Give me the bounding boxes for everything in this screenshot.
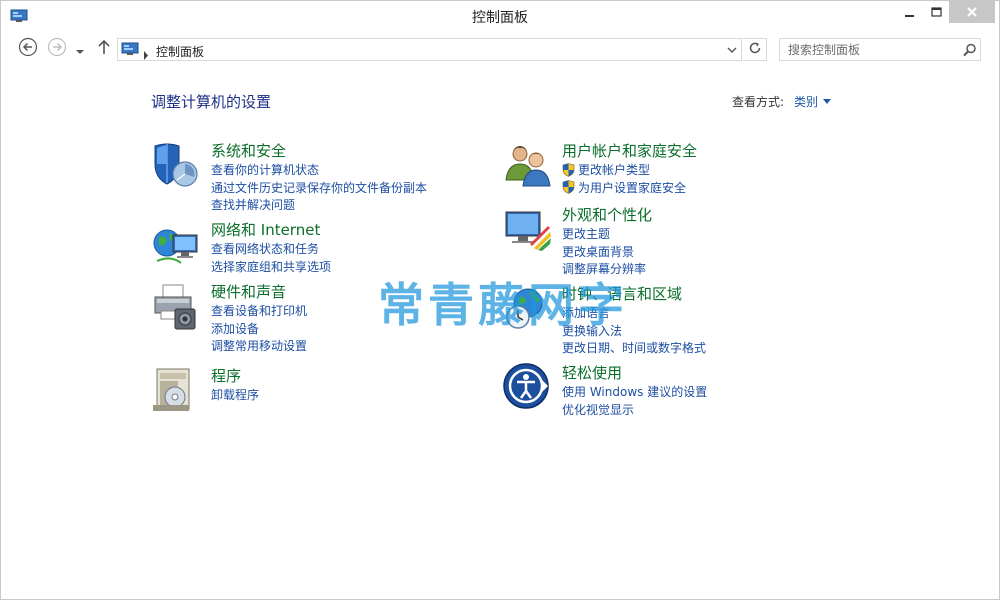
- category-ease-of-access: 轻松使用 使用 Windows 建议的设置 优化视觉显示: [502, 362, 832, 417]
- category-network-internet: 网络和 Internet 查看网络状态和任务 选择家庭组和共享选项: [151, 219, 481, 274]
- address-bar[interactable]: 控制面板: [117, 38, 742, 61]
- refresh-icon: [748, 40, 762, 59]
- category-user-accounts: 用户帐户和家庭安全 更改帐户类型 为用户设置家庭安全: [502, 140, 832, 195]
- category-programs: 程序 卸载程序: [151, 365, 481, 417]
- up-button[interactable]: [93, 38, 115, 60]
- link-change-theme[interactable]: 更改主题: [562, 225, 646, 243]
- view-by-value: 类别: [794, 95, 819, 109]
- category-title[interactable]: 时钟、语言和区域: [562, 283, 682, 304]
- forward-button[interactable]: [46, 37, 68, 61]
- link-change-background[interactable]: 更改桌面背景: [562, 243, 646, 261]
- category-links: 卸载程序: [211, 386, 259, 404]
- up-arrow-icon: [97, 39, 111, 59]
- category-links: 使用 Windows 建议的设置 优化视觉显示: [562, 383, 707, 418]
- view-by: 查看方式: 类别: [732, 93, 832, 110]
- link-devices-printers[interactable]: 查看设备和打印机: [211, 302, 307, 320]
- link-date-time-format[interactable]: 更改日期、时间或数字格式: [562, 339, 706, 357]
- clock-globe-icon[interactable]: [502, 283, 554, 335]
- link-change-input-method[interactable]: 更换输入法: [562, 322, 706, 340]
- refresh-button[interactable]: [743, 38, 767, 61]
- link-add-device[interactable]: 添加设备: [211, 320, 307, 338]
- category-title[interactable]: 用户帐户和家庭安全: [562, 140, 697, 161]
- category-title[interactable]: 网络和 Internet: [211, 219, 320, 240]
- back-button[interactable]: [17, 37, 39, 61]
- link-find-fix-problems[interactable]: 查找并解决问题: [211, 196, 427, 214]
- link-mobility-settings[interactable]: 调整常用移动设置: [211, 337, 307, 355]
- category-system-security: 系统和安全 查看你的计算机状态 通过文件历史记录保存你的文件备份副本 查找并解决…: [151, 140, 481, 212]
- link-view-network-status[interactable]: 查看网络状态和任务: [211, 240, 331, 258]
- uac-shield-icon: [562, 180, 575, 195]
- category-title[interactable]: 程序: [211, 365, 241, 386]
- category-links: 更改帐户类型 为用户设置家庭安全: [562, 161, 686, 196]
- close-button[interactable]: [949, 1, 995, 23]
- address-dropdown-button[interactable]: [724, 42, 740, 58]
- link-view-computer-status[interactable]: 查看你的计算机状态: [211, 161, 427, 179]
- chevron-down-icon: [823, 99, 832, 104]
- view-by-dropdown[interactable]: 类别: [794, 93, 832, 110]
- control-panel-window: 控制面板 控制面板 搜索控制面板 调整计算机的设置 查看方式: 类别 系统和安全…: [0, 0, 1000, 600]
- link-file-history-backup[interactable]: 通过文件历史记录保存你的文件备份副本: [211, 179, 427, 197]
- address-toolbar: 控制面板: [1, 34, 999, 64]
- link-add-language[interactable]: 添加语言: [562, 304, 706, 322]
- shield-icon[interactable]: [151, 140, 203, 192]
- appearance-icon[interactable]: [502, 204, 554, 256]
- globe-network-icon[interactable]: [151, 219, 203, 271]
- uac-shield-icon: [562, 162, 575, 177]
- back-arrow-icon: [18, 37, 38, 61]
- link-text: 为用户设置家庭安全: [578, 180, 687, 195]
- category-title[interactable]: 外观和个性化: [562, 204, 652, 225]
- window-title: 控制面板: [472, 10, 528, 26]
- users-icon[interactable]: [502, 140, 554, 192]
- category-links: 查看你的计算机状态 通过文件历史记录保存你的文件备份副本 查找并解决问题: [211, 161, 427, 214]
- maximize-button[interactable]: [923, 1, 949, 23]
- category-links: 查看设备和打印机 添加设备 调整常用移动设置: [211, 302, 307, 355]
- category-appearance: 外观和个性化 更改主题 更改桌面背景 调整屏幕分辨率: [502, 204, 832, 276]
- search-input[interactable]: [780, 39, 960, 60]
- search-icon[interactable]: [962, 42, 978, 58]
- view-by-label: 查看方式:: [732, 95, 785, 109]
- category-title[interactable]: 硬件和声音: [211, 281, 286, 302]
- breadcrumb-control-panel[interactable]: 控制面板: [156, 43, 204, 60]
- recent-locations-button[interactable]: [72, 38, 88, 60]
- link-recommended-settings[interactable]: 使用 Windows 建议的设置: [562, 383, 707, 401]
- forward-arrow-icon: [47, 37, 67, 61]
- printer-icon[interactable]: [151, 281, 203, 333]
- link-homegroup-sharing[interactable]: 选择家庭组和共享选项: [211, 258, 331, 276]
- page-title: 调整计算机的设置: [151, 93, 272, 111]
- programs-icon[interactable]: [151, 365, 203, 417]
- category-links: 查看网络状态和任务 选择家庭组和共享选项: [211, 240, 331, 275]
- search-box[interactable]: [779, 38, 981, 61]
- chevron-down-icon: [727, 47, 737, 53]
- minimize-icon: [905, 3, 915, 22]
- link-change-account-type[interactable]: 更改帐户类型: [562, 161, 686, 179]
- link-uninstall-program[interactable]: 卸载程序: [211, 386, 259, 404]
- title-bar[interactable]: 控制面板: [1, 1, 999, 32]
- category-title[interactable]: 系统和安全: [211, 140, 286, 161]
- category-links: 更改主题 更改桌面背景 调整屏幕分辨率: [562, 225, 646, 278]
- chevron-down-icon: [75, 40, 85, 59]
- category-links: 添加语言 更换输入法 更改日期、时间或数字格式: [562, 304, 706, 357]
- main-content: 调整计算机的设置 查看方式: 类别 系统和安全 查看你的计算机状态 通过文件历史…: [1, 65, 999, 599]
- ease-of-access-icon[interactable]: [502, 362, 554, 414]
- link-text: 更改帐户类型: [578, 163, 651, 178]
- close-icon: [966, 3, 978, 22]
- category-title[interactable]: 轻松使用: [562, 362, 622, 383]
- link-family-safety[interactable]: 为用户设置家庭安全: [562, 179, 686, 197]
- breadcrumb-chevron-icon[interactable]: [143, 45, 149, 64]
- category-clock-language-region: 时钟、语言和区域 添加语言 更换输入法 更改日期、时间或数字格式: [502, 283, 832, 355]
- control-panel-icon: [121, 42, 139, 57]
- maximize-icon: [930, 3, 942, 22]
- category-hardware-sound: 硬件和声音 查看设备和打印机 添加设备 调整常用移动设置: [151, 281, 481, 353]
- link-screen-resolution[interactable]: 调整屏幕分辨率: [562, 260, 646, 278]
- link-optimize-visual-display[interactable]: 优化视觉显示: [562, 401, 707, 419]
- minimize-button[interactable]: [897, 1, 923, 23]
